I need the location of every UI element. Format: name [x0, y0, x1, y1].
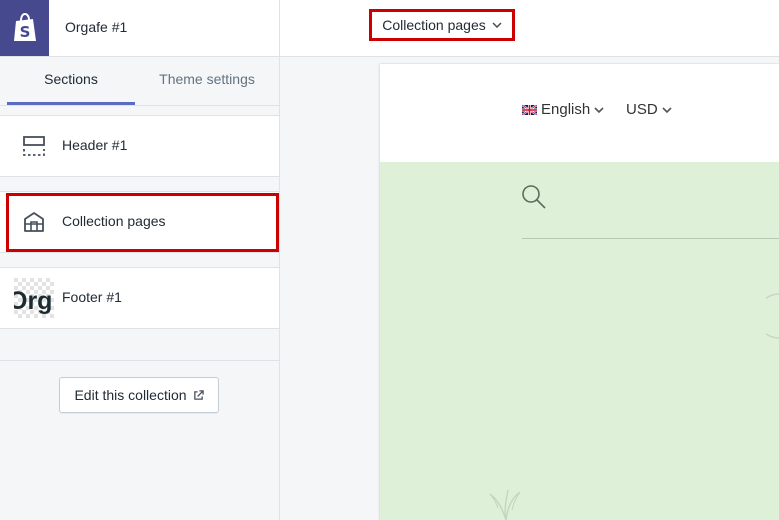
shopify-logo[interactable]: S [0, 0, 49, 56]
uk-flag-icon [522, 104, 537, 115]
search-icon[interactable] [521, 184, 547, 210]
currency-selector[interactable]: USD [626, 101, 672, 118]
storefront-preview[interactable]: English USD [380, 64, 779, 520]
language-label: English [541, 101, 591, 118]
page-type-selector[interactable]: Collection pages [369, 9, 515, 41]
section-item-footer[interactable]: Org Footer #1 [0, 267, 279, 329]
section-label: Footer #1 [62, 289, 122, 305]
highlight-box-collection-pages [6, 193, 279, 252]
external-link-icon [193, 389, 204, 400]
chevron-down-icon [594, 106, 604, 113]
footer-logo-thumbnail: Org [14, 278, 54, 318]
shopify-bag-icon: S [13, 13, 36, 41]
sidebar-divider [0, 360, 279, 361]
currency-label: USD [626, 101, 658, 118]
store-name: Orgafe #1 [65, 19, 128, 35]
chevron-down-icon [492, 22, 502, 28]
chevron-down-icon [662, 106, 672, 113]
search-underline [522, 238, 779, 239]
preview-hero [380, 162, 779, 520]
sidebar-tabs: Sections Theme settings [0, 57, 279, 106]
decorative-leaves [489, 489, 521, 520]
page-selector-label: Collection pages [382, 17, 486, 33]
decorative-circle [766, 293, 779, 339]
section-item-header[interactable]: Header #1 [0, 115, 279, 177]
preview-header: English USD [380, 64, 779, 162]
sidebar-topbar: S Orgafe #1 [0, 0, 279, 57]
edit-collection-label: Edit this collection [74, 387, 187, 403]
theme-editor-sidebar: S Orgafe #1 Sections Theme settings Head… [0, 0, 280, 520]
tab-sections[interactable]: Sections [7, 57, 135, 105]
section-label: Header #1 [62, 137, 128, 153]
svg-text:S: S [19, 23, 30, 41]
tab-theme-settings[interactable]: Theme settings [143, 57, 271, 105]
editor-top-bar [280, 0, 779, 57]
language-selector[interactable]: English [522, 101, 604, 118]
header-layout-icon [23, 136, 45, 156]
footer-thumb-text: Org [14, 287, 52, 315]
edit-collection-button[interactable]: Edit this collection [59, 377, 219, 413]
